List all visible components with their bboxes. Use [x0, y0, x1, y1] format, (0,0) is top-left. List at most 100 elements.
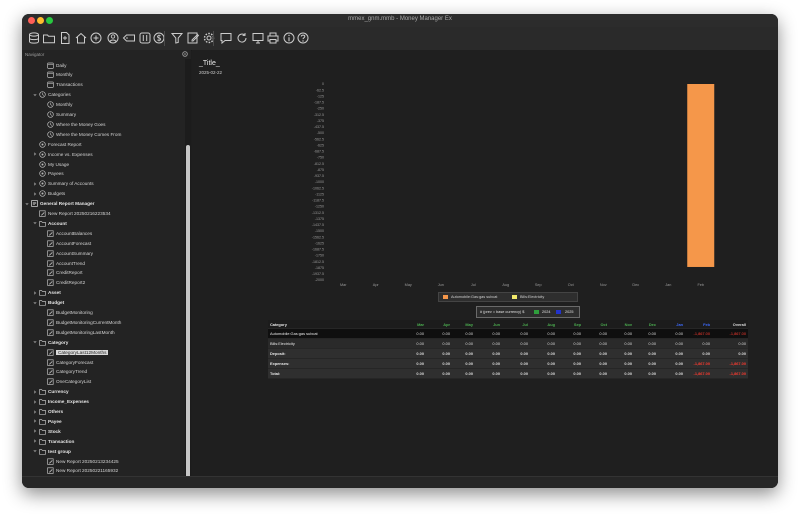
collapsed-arrow-icon[interactable]: [33, 419, 37, 424]
tree-item-accountforecast[interactable]: AccountForecast: [22, 238, 182, 248]
tree-item-accountbalances[interactable]: AccountBalances: [22, 228, 182, 238]
tree-item-test-group[interactable]: test group: [22, 446, 182, 456]
y-tick-label: -1062.5: [312, 186, 324, 190]
tree-item-categorytrend[interactable]: CategoryTrend: [22, 367, 182, 377]
tree-item-where-the-money-comes-from[interactable]: Where the Money Comes From: [22, 129, 182, 139]
legend-label-series-2[interactable]: Bills:Electricity: [520, 295, 544, 299]
column-header-month[interactable]: Mar: [398, 322, 424, 327]
tree-item-general-report-manager[interactable]: General Report Manager: [22, 199, 182, 209]
database-icon[interactable]: [27, 31, 41, 45]
tree-item-my-usage[interactable]: My Usage: [22, 159, 182, 169]
tree-item-budgetmonitoring[interactable]: BudgetMonitoring: [22, 308, 182, 318]
tree-item-categories[interactable]: Categories: [22, 90, 182, 100]
column-header-month[interactable]: Oct: [581, 322, 608, 327]
column-header-month[interactable]: Sep: [555, 322, 581, 327]
tree-item-accountsummary[interactable]: AccountSummary: [22, 248, 182, 258]
tree-item-stock[interactable]: Stock: [22, 426, 182, 436]
collapsed-arrow-icon[interactable]: [33, 439, 37, 443]
home-icon[interactable]: [74, 31, 88, 45]
help-icon[interactable]: [296, 31, 310, 45]
collapsed-arrow-icon[interactable]: [33, 399, 37, 404]
chat-icon[interactable]: [219, 31, 233, 45]
table-row[interactable]: Total: 0.00 0.00 0.00 0.00 0.00 0.00 0.00 0.00 0.…: [268, 369, 748, 379]
add-circle-icon[interactable]: [89, 31, 103, 45]
navigator-scrollbar[interactable]: [185, 59, 191, 481]
table-row[interactable]: Deposit: 0.00 0.00 0.00 0.00 0.00 0.00 0.00 0.00…: [268, 349, 748, 359]
column-header-month[interactable]: Aug: [529, 322, 555, 327]
tree-item-payee[interactable]: Payee: [22, 416, 182, 426]
tree-item-account[interactable]: Account: [22, 218, 182, 228]
column-header-month[interactable]: May: [447, 322, 473, 327]
new-file-icon[interactable]: [58, 31, 72, 45]
expanded-arrow-icon[interactable]: [33, 93, 37, 97]
tree-item-new-report-20250216223534[interactable]: New Report 20250216223534: [22, 209, 182, 219]
tree-item-budgetmonitoringcurrentmonth[interactable]: BudgetMonitoringCurrentMonth: [22, 317, 182, 327]
navigator-settings-icon[interactable]: [182, 51, 188, 57]
tree-item-summary[interactable]: Summary: [22, 110, 182, 120]
tree-item-onecategorylist[interactable]: OneCategoryList: [22, 377, 182, 387]
tree-item-category[interactable]: Category: [22, 337, 182, 347]
tree-item-categoryforecast[interactable]: CategoryForecast: [22, 357, 182, 367]
collapsed-arrow-icon[interactable]: [33, 290, 37, 295]
info-icon[interactable]: [282, 31, 296, 45]
collapsed-arrow-icon[interactable]: [33, 152, 37, 156]
legend-label-series-1[interactable]: Automobile:Gas:gas subcat: [451, 295, 497, 299]
table-row[interactable]: Automobile:Gas:gas subcat 0.00 0.00 0.00 0.0…: [268, 329, 748, 339]
tree-item-daily[interactable]: Daily: [22, 60, 182, 70]
tree-item-budgets[interactable]: Budgets: [22, 189, 182, 199]
tree-item-budgetmonitoringlastmonth[interactable]: BudgetMonitoringLastMonth: [22, 327, 182, 337]
collapsed-arrow-icon[interactable]: [33, 191, 37, 196]
collapsed-arrow-icon[interactable]: [33, 429, 37, 433]
column-header-month[interactable]: Jun: [474, 322, 500, 327]
tree-item-income-vs-expenses[interactable]: Income vs. Expenses: [22, 149, 182, 159]
tree-item-new-report-20250213234425[interactable]: New Report 20250213234425: [22, 456, 182, 466]
tree-item-monthly[interactable]: Monthly: [22, 100, 182, 110]
tree-item-budget[interactable]: Budget: [22, 298, 182, 308]
expanded-arrow-icon[interactable]: [25, 202, 29, 206]
printer-icon[interactable]: [266, 31, 280, 45]
tree-item-creditreport[interactable]: CreditReport: [22, 268, 182, 278]
grid-icon[interactable]: [138, 31, 152, 45]
scrollbar-thumb[interactable]: [186, 145, 190, 481]
tree-item-others[interactable]: Others: [22, 407, 182, 417]
tree-item-categorylast12months[interactable]: CategoryLast12Months: [22, 347, 182, 357]
expanded-arrow-icon[interactable]: [33, 221, 37, 225]
table-row[interactable]: Bills:Electricity 0.00 0.00 0.00 0.00 0.00 0.0…: [268, 339, 748, 349]
filter-icon[interactable]: [170, 31, 184, 45]
tree-item-accounttrend[interactable]: AccountTrend: [22, 258, 182, 268]
tree-item-summary-of-accounts[interactable]: Summary of Accounts: [22, 179, 182, 189]
table-row[interactable]: Expenses: 0.00 0.00 0.00 0.00 0.00 0.00 0.00 0.0…: [268, 359, 748, 369]
expanded-arrow-icon[interactable]: [33, 340, 37, 344]
tree-item-forecast-report[interactable]: Forecast Report: [22, 139, 182, 149]
column-header-month[interactable]: Nov: [606, 322, 632, 327]
expanded-arrow-icon[interactable]: [33, 449, 37, 453]
expanded-arrow-icon[interactable]: [33, 301, 37, 305]
row-month-value: 0.00: [573, 361, 581, 366]
tree-item-income-expenses[interactable]: Income_Expenses: [22, 397, 182, 407]
open-folder-icon[interactable]: [42, 31, 56, 45]
tree-item-transaction[interactable]: Transaction: [22, 436, 182, 446]
tree-item-new-report-20250221165932[interactable]: New Report 20250221165932: [22, 466, 182, 476]
column-header-month[interactable]: Dec: [630, 322, 656, 327]
column-header-category[interactable]: Category: [270, 322, 287, 327]
bar-1-feb[interactable]: [687, 84, 715, 267]
refresh-icon[interactable]: [235, 31, 249, 45]
column-header-month[interactable]: Jan: [657, 322, 683, 327]
collapsed-arrow-icon[interactable]: [33, 389, 37, 394]
column-header-overall[interactable]: Overall: [720, 322, 746, 327]
tree-item-creditreport2[interactable]: CreditReport2: [22, 278, 182, 288]
edit-icon[interactable]: [186, 31, 200, 45]
tree-item-asset[interactable]: Asset: [22, 288, 182, 298]
computer-icon[interactable]: [251, 31, 265, 45]
column-header-month[interactable]: Jul: [502, 322, 528, 327]
collapsed-arrow-icon[interactable]: [33, 182, 37, 186]
collapsed-arrow-icon[interactable]: [33, 409, 37, 414]
column-header-month[interactable]: Feb: [684, 322, 710, 327]
tree-item-payees[interactable]: Payees: [22, 169, 182, 179]
tag-icon[interactable]: [122, 31, 136, 45]
tree-item-currency[interactable]: Currency: [22, 387, 182, 397]
tree-item-transactions[interactable]: Transactions: [22, 80, 182, 90]
tree-item-monthly[interactable]: Monthly: [22, 70, 182, 80]
account-circle-icon[interactable]: [106, 31, 120, 45]
tree-item-where-the-money-goes[interactable]: Where the Money Goes: [22, 119, 182, 129]
